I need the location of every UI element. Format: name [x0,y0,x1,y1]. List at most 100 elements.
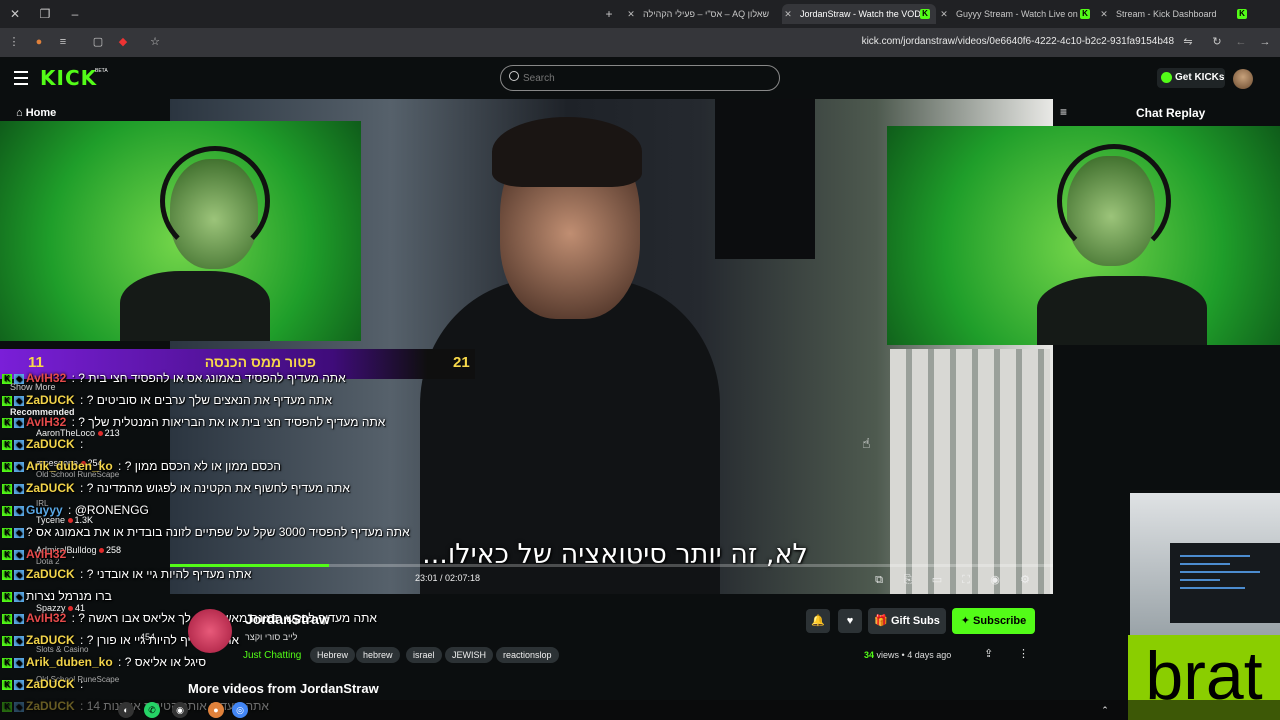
chat-username[interactable]: Guyyy [26,503,63,517]
sub-badge-icon: ◆ [14,657,24,668]
chat-username[interactable]: AvIH32 [26,415,66,429]
follow-heart-icon[interactable]: ♥ [838,609,862,633]
close-tab-icon[interactable]: ✕ [782,4,794,24]
chat-username[interactable]: Arik_duben_ko [26,459,113,473]
chat-message: K ◆ Arik_duben_ko : סיגל או אליאס ? [2,655,206,675]
tab-aq-questionnaire[interactable]: ✕ שאלון AQ – אס"י – פעילי הקהילה [625,4,775,24]
tab-kick-dashboard[interactable]: ✕ Stream - Kick Dashboard [1098,4,1248,24]
sidebar-toggle-icon[interactable]: ≡ [55,34,71,50]
chat-separator: : [64,503,75,517]
extensions-icon[interactable]: ▢ [90,34,106,50]
tune-icon[interactable]: ⇋ [1180,34,1196,50]
chat-separator: : [76,393,87,407]
channel-avatar[interactable] [188,609,232,653]
chat-username[interactable]: AvIH32 [26,547,66,561]
sub-badge-icon: ◆ [14,461,24,472]
new-tab-icon[interactable]: + [600,5,618,23]
video-progress-bar[interactable] [170,564,1053,567]
kick-badge-icon: K [2,373,12,384]
miniplayer-icon[interactable]: ⧉ [872,573,886,587]
gift-subs-button[interactable]: 🎁 Gift Subs [868,608,946,634]
video-scene-window [715,99,815,259]
chat-message: K ◆ ZaDUCK : [2,677,83,697]
category-link[interactable]: Just Chatting [243,650,301,661]
app-icon[interactable]: ◉ [172,702,188,718]
kick-badge-icon: K [2,657,12,668]
collapse-chat-icon[interactable]: ≡ [1060,106,1072,118]
streamer-webcam-right [887,126,1280,345]
kick-logo[interactable]: KICK [40,66,97,90]
tag-chip[interactable]: hebrew [356,647,400,663]
menu-dots-icon[interactable]: ⋮ [6,34,22,50]
chat-message: K ◆ Arik_duben_ko : הכסם ממון או לא הכסם מ… [2,459,281,479]
bookmark-star-icon[interactable]: ☆ [147,34,163,50]
shield-icon[interactable]: ◆ [115,34,131,50]
minimize-window-icon[interactable]: – [66,5,84,23]
tag-chip[interactable]: israel [406,647,442,663]
brave-icon[interactable]: ● [31,34,47,50]
notification-bell-icon[interactable]: 🔔 [806,609,830,633]
theater-mode-icon[interactable]: ▭ [930,573,944,587]
chat-username[interactable]: Arik_duben_ko [26,655,113,669]
chat-username[interactable]: AvIH32 [26,611,66,625]
chat-separator: : [76,437,84,451]
back-icon[interactable]: → [1257,34,1273,50]
get-kicks-button[interactable]: Get KICKs [1157,68,1225,88]
chat-username[interactable]: ZaDUCK [26,677,75,691]
clip-icon[interactable]: ⎘ [901,573,915,587]
subscribe-button[interactable]: ✦ Subscribe [952,608,1035,634]
chat-message: K ◆ ZaDUCK : [2,437,83,457]
code-line [1180,587,1245,589]
tag-chip[interactable]: reactionslop [496,647,559,663]
app-icon[interactable]: ◐ [118,702,134,718]
chat-message: K ◆ ZaDUCK : אתה מעדיף להיות גיי או אובדני… [2,567,251,587]
sub-badge-icon: ◆ [14,569,24,580]
headset-icon [160,146,270,256]
chat-username[interactable]: ZaDUCK [26,633,75,647]
chat-separator: : [114,655,125,669]
settings-gear-icon[interactable]: ⚙ [1018,573,1032,587]
playback-speed-icon[interactable]: ◉ [988,573,1002,587]
address-bar: ⋮ ● ≡ ▢ ◆ ☆ kick.com/jordanstraw/videos/… [0,28,1280,57]
tab-title: Stream - Kick Dashboard [1116,9,1217,19]
app-icon[interactable]: ● [208,702,224,718]
more-options-icon[interactable]: ⋮ [1018,647,1029,660]
tab-jordanstraw-vod[interactable]: ✕ JordanStraw - Watch the VOD o [782,4,936,24]
chat-replay-title: Chat Replay [1136,106,1206,120]
chat-username[interactable]: AvIH32 [26,371,66,385]
close-window-icon[interactable]: ✕ [6,5,24,23]
chrome-icon[interactable]: ◎ [232,702,248,718]
whatsapp-icon[interactable]: ✆ [144,702,160,718]
mouse-cursor-icon: ☝ [862,435,871,451]
kicks-coin-icon [1161,71,1172,83]
forward-icon[interactable]: ← [1233,34,1249,50]
chat-username[interactable]: ZaDUCK [26,481,75,495]
fullscreen-icon[interactable]: ⛶ [959,573,973,587]
sidebar-item-home[interactable]: ⌂ Home [16,107,56,119]
tray-chevron-icon[interactable]: ⌃ [1097,702,1113,718]
chat-separator: : [76,481,87,495]
hamburger-menu-icon[interactable] [14,71,28,85]
close-tab-icon[interactable]: ✕ [625,4,637,24]
chat-username[interactable]: ZaDUCK [26,393,75,407]
avatar[interactable] [1233,69,1253,89]
channel-name[interactable]: JordanStraw [245,611,330,627]
kick-badge-icon: K [2,505,12,516]
chat-username[interactable]: ZaDUCK [26,567,75,581]
tag-chip[interactable]: Hebrew [310,647,356,663]
share-icon[interactable]: ⇪ [984,647,993,660]
reload-icon[interactable]: ↻ [1209,34,1225,50]
close-tab-icon[interactable]: ✕ [938,4,950,24]
url-field[interactable]: kick.com/jordanstraw/videos/0e6640f6-422… [862,36,1174,47]
tab-guyyy-stream[interactable]: ✕ Guyyy Stream - Watch Live on K [938,4,1093,24]
tag-chip[interactable]: JEWISH [445,647,494,663]
site-header: KICK BETA Get KICKs [0,57,1280,99]
chat-username[interactable]: ZaDUCK [26,437,75,451]
close-tab-icon[interactable]: ✕ [1098,4,1110,24]
restore-window-icon[interactable]: ❐ [36,5,54,23]
kick-badge-icon: K [2,549,12,560]
search-box[interactable] [500,65,780,91]
sub-badge-icon: ◆ [14,613,24,624]
webcam-person-body [120,271,270,341]
search-input[interactable] [523,71,763,85]
